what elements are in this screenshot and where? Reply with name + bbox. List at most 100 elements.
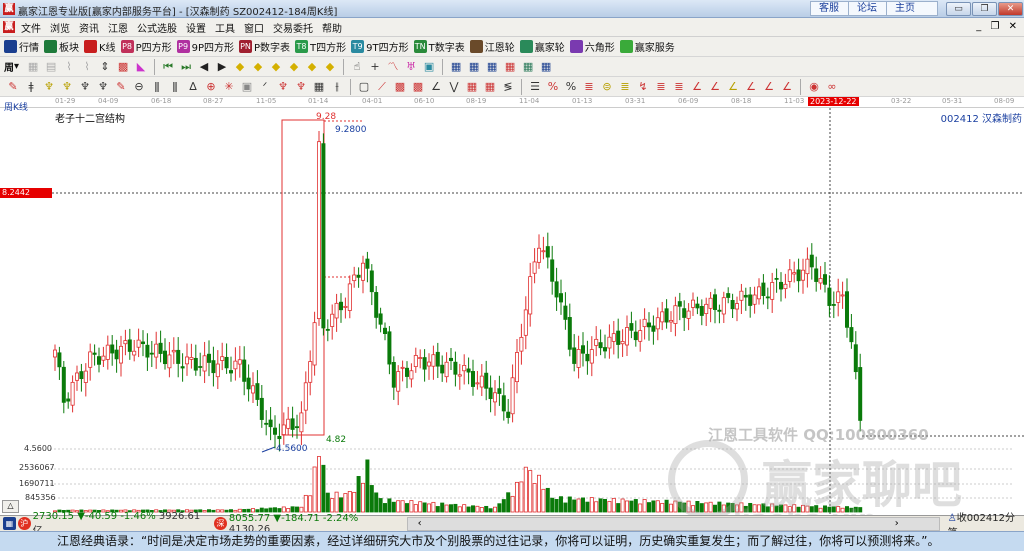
- hash-icon[interactable]: ǂ: [24, 80, 38, 94]
- toolbar-candles-button[interactable]: K线: [84, 39, 116, 54]
- bars-icon[interactable]: ⌇: [62, 60, 76, 74]
- link-home[interactable]: 主页: [886, 1, 938, 16]
- menu-tools[interactable]: 工具: [215, 20, 235, 35]
- grid-a-icon[interactable]: ▩: [393, 80, 407, 94]
- horizontal-scrollbar[interactable]: ‹ ›: [406, 516, 940, 531]
- fib-d-icon[interactable]: ↯: [636, 80, 650, 94]
- square-icon[interactable]: ǁ: [168, 80, 182, 94]
- line-icon[interactable]: 〽: [386, 60, 400, 74]
- table-icon[interactable]: ▦: [312, 80, 326, 94]
- toolbar-T8-button[interactable]: T8 T四方形: [295, 39, 346, 54]
- menu-gann[interactable]: 江恩: [108, 20, 128, 35]
- fan-icon[interactable]: ▣: [422, 60, 436, 74]
- toolbar-dollar-button[interactable]: 赢家服务: [619, 39, 675, 54]
- expand-button[interactable]: △: [2, 500, 19, 513]
- toolbar-wheel2-button[interactable]: 赢家轮: [519, 39, 565, 54]
- gann-d-icon[interactable]: ♆: [96, 80, 110, 94]
- period-select[interactable]: 周 ▾: [4, 59, 19, 74]
- infinity-icon[interactable]: ∞: [825, 80, 839, 94]
- fib-a-icon[interactable]: ≣: [582, 80, 596, 94]
- gann-c-icon[interactable]: ♆: [78, 80, 92, 94]
- menu-settings[interactable]: 设置: [186, 20, 206, 35]
- fib-b-icon[interactable]: ⊜: [600, 80, 614, 94]
- grid-b-icon[interactable]: ▩: [411, 80, 425, 94]
- percent-icon[interactable]: ▩: [116, 60, 130, 74]
- menu-trade[interactable]: 交易委托: [273, 20, 313, 35]
- angle-b-icon[interactable]: ∠: [429, 80, 443, 94]
- angle-icon[interactable]: ∆: [186, 80, 200, 94]
- minimize-button[interactable]: ▭: [946, 2, 971, 16]
- toolbar-hexagon-button[interactable]: 六角形: [569, 39, 615, 54]
- scroll-right-icon[interactable]: ›: [895, 518, 899, 529]
- pct-a-icon[interactable]: %: [546, 80, 560, 94]
- pen-b-icon[interactable]: ✎: [114, 80, 128, 94]
- toolbar-P8-button[interactable]: P8 P四方形: [120, 39, 172, 54]
- grid-c-icon[interactable]: ▦: [465, 80, 479, 94]
- rect-icon[interactable]: ▢: [357, 80, 371, 94]
- gann-e-icon[interactable]: ♆: [276, 80, 290, 94]
- fib-l-icon[interactable]: ∠: [780, 80, 794, 94]
- calculator-icon[interactable]: ▦: [467, 60, 481, 74]
- toolbar-P9-button[interactable]: P9 9P四方形: [176, 39, 234, 54]
- circle-icon[interactable]: ⊖: [132, 80, 146, 94]
- toolbar-PN-button[interactable]: PN P数字表: [239, 39, 290, 54]
- report-icon[interactable]: ▦: [485, 60, 499, 74]
- split-icon[interactable]: ⫲: [330, 80, 344, 94]
- grid-d-icon[interactable]: ▦: [483, 80, 497, 94]
- shrink-icon[interactable]: ◆: [323, 60, 337, 74]
- zoom-out-icon[interactable]: ◆: [251, 60, 265, 74]
- mdi-controls[interactable]: _ ❐ ✕: [976, 21, 1020, 32]
- area-icon[interactable]: ◣: [134, 60, 148, 74]
- expand-icon[interactable]: ◆: [305, 60, 319, 74]
- fib-k-icon[interactable]: ∠: [762, 80, 776, 94]
- last-icon[interactable]: ⏭: [179, 60, 193, 74]
- yin-yang-icon[interactable]: ◉: [807, 80, 821, 94]
- fib-i-icon[interactable]: ∠: [726, 80, 740, 94]
- fib-g-icon[interactable]: ∠: [690, 80, 704, 94]
- gann-f-icon[interactable]: ♆: [294, 80, 308, 94]
- save-icon[interactable]: ▦: [503, 60, 517, 74]
- toolbar-blocks-button[interactable]: 板块: [44, 39, 79, 54]
- axis-icon[interactable]: ⇕: [98, 60, 112, 74]
- print-icon[interactable]: ▦: [539, 60, 553, 74]
- menu-news[interactable]: 资讯: [79, 20, 99, 35]
- toolbar-TN-button[interactable]: TN T数字表: [413, 39, 465, 54]
- toolbar-T9-button[interactable]: T9 9T四方形: [351, 39, 409, 54]
- gann-b-icon[interactable]: ♆: [60, 80, 74, 94]
- move-right-icon[interactable]: ◆: [287, 60, 301, 74]
- box-icon[interactable]: ▣: [240, 80, 254, 94]
- fib-f-icon[interactable]: ≣: [672, 80, 686, 94]
- pct-b-icon[interactable]: %: [564, 80, 578, 94]
- first-icon[interactable]: ⏮: [161, 60, 175, 74]
- target-icon[interactable]: ⊕: [204, 80, 218, 94]
- list-icon[interactable]: ▤: [44, 60, 58, 74]
- star-icon[interactable]: ✳: [222, 80, 236, 94]
- vee-icon[interactable]: ⋁: [447, 80, 461, 94]
- menu-file[interactable]: 文件: [21, 20, 41, 35]
- move-left-icon[interactable]: ◆: [269, 60, 283, 74]
- menu-window[interactable]: 窗口: [244, 20, 264, 35]
- menu-formula[interactable]: 公式选股: [137, 20, 177, 35]
- pen-icon[interactable]: ✎: [6, 80, 20, 94]
- menu-browse[interactable]: 浏览: [50, 20, 70, 35]
- network-icon[interactable]: ▦: [521, 60, 535, 74]
- calc-icon[interactable]: ▦: [3, 517, 16, 530]
- zoom-in-icon[interactable]: ◆: [233, 60, 247, 74]
- close-button[interactable]: ✕: [998, 2, 1023, 16]
- toolbar-wheel-button[interactable]: 江恩轮: [469, 39, 515, 54]
- next-icon[interactable]: ▶: [215, 60, 229, 74]
- menu-help[interactable]: 帮助: [322, 20, 342, 35]
- toolbar-grid-button[interactable]: 行情: [4, 39, 39, 54]
- ray-icon[interactable]: ᐟ: [258, 80, 272, 94]
- gann-icon[interactable]: ♅: [404, 60, 418, 74]
- gann-a-icon[interactable]: ♆: [42, 80, 56, 94]
- hand-icon[interactable]: ☝: [350, 60, 364, 74]
- fan-a-icon[interactable]: ⟋: [375, 80, 389, 94]
- calendar-icon[interactable]: ▦: [449, 60, 463, 74]
- parallel-icon[interactable]: ǁ: [150, 80, 164, 94]
- fib-e-icon[interactable]: ≣: [654, 80, 668, 94]
- levels-icon[interactable]: ☰: [528, 80, 542, 94]
- fib-h-icon[interactable]: ∠: [708, 80, 722, 94]
- wave-icon[interactable]: ≶: [501, 80, 515, 94]
- restore-button[interactable]: ❐: [972, 2, 997, 16]
